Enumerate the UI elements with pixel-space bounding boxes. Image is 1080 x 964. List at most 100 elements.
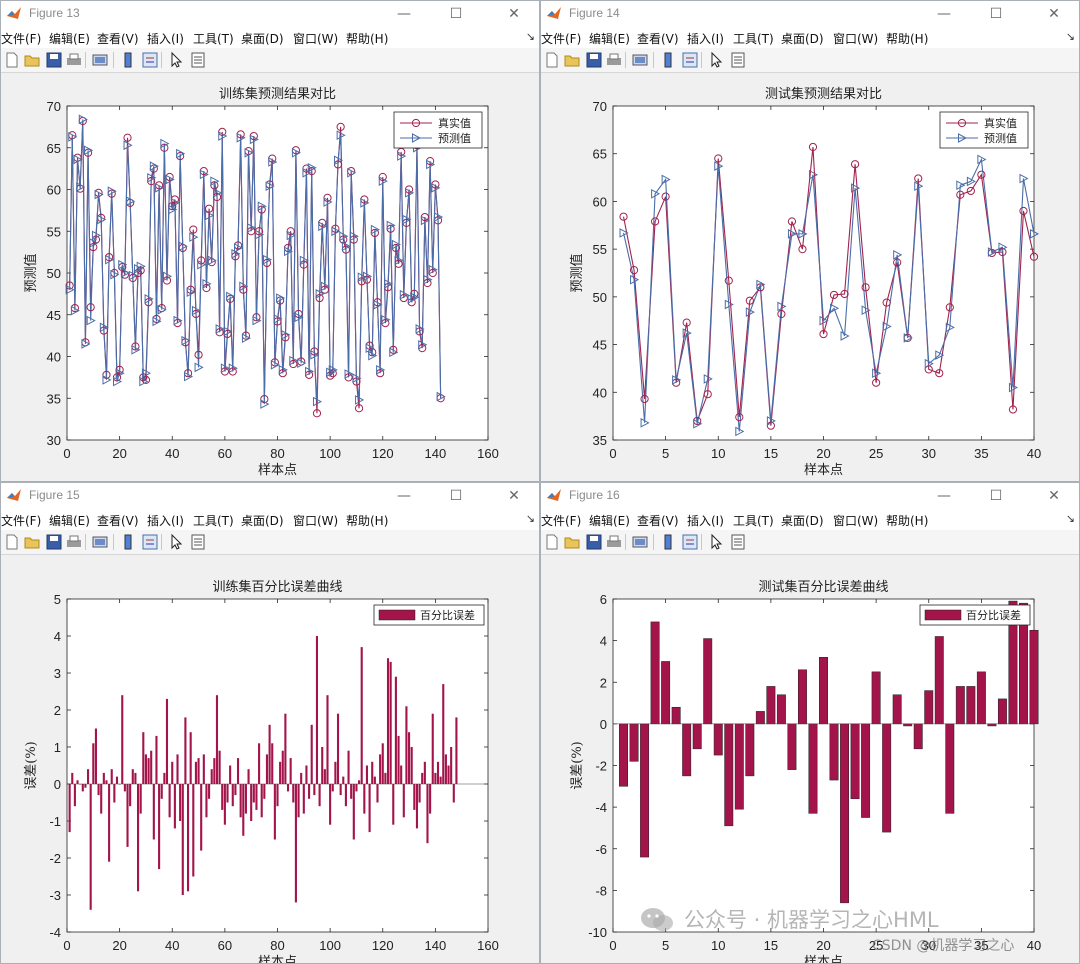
new-icon[interactable] bbox=[543, 533, 561, 551]
bar bbox=[450, 747, 453, 784]
open-icon[interactable] bbox=[563, 533, 581, 551]
dock-arrow-icon[interactable]: ↘ bbox=[1066, 512, 1075, 525]
link-icon[interactable] bbox=[631, 51, 649, 69]
x-tick-label: 0 bbox=[609, 938, 616, 953]
dock-arrow-icon[interactable]: ↘ bbox=[1066, 30, 1075, 43]
menu-item[interactable]: 窗口(W) bbox=[293, 512, 338, 529]
link-icon[interactable] bbox=[91, 51, 109, 69]
figure-toolbar bbox=[541, 48, 1079, 73]
print-icon[interactable] bbox=[65, 533, 83, 551]
menu-item[interactable]: 工具(T) bbox=[733, 30, 774, 47]
dock-arrow-icon[interactable]: ↘ bbox=[526, 512, 535, 525]
pointer-icon[interactable] bbox=[167, 51, 185, 69]
colorbar-icon[interactable] bbox=[659, 533, 677, 551]
pointer-icon[interactable] bbox=[707, 51, 725, 69]
bar bbox=[294, 784, 297, 903]
y-tick-label: -8 bbox=[595, 883, 607, 898]
title-bar[interactable]: Figure 15 — ☐ ✕ bbox=[1, 483, 539, 509]
link-icon[interactable] bbox=[631, 533, 649, 551]
maximize-button[interactable]: ☐ bbox=[973, 3, 1019, 25]
menu-item[interactable]: 桌面(D) bbox=[781, 512, 824, 529]
legend-icon[interactable] bbox=[681, 51, 699, 69]
new-icon[interactable] bbox=[3, 51, 21, 69]
legend-icon[interactable] bbox=[141, 533, 159, 551]
bar bbox=[152, 784, 155, 840]
menu-item[interactable]: 窗口(W) bbox=[833, 30, 878, 47]
colorbar-icon[interactable] bbox=[119, 533, 137, 551]
maximize-button[interactable]: ☐ bbox=[973, 485, 1019, 507]
open-icon[interactable] bbox=[23, 51, 41, 69]
open-icon[interactable] bbox=[563, 51, 581, 69]
legend-icon[interactable] bbox=[141, 51, 159, 69]
menu-item[interactable]: 帮助(H) bbox=[346, 30, 388, 47]
minimize-button[interactable]: — bbox=[381, 485, 427, 507]
bar bbox=[105, 780, 108, 784]
menu-item[interactable]: 查看(V) bbox=[637, 512, 679, 529]
print-icon[interactable] bbox=[65, 51, 83, 69]
menu-item[interactable]: 工具(T) bbox=[733, 512, 774, 529]
menu-item[interactable]: 帮助(H) bbox=[886, 30, 928, 47]
title-bar[interactable]: Figure 16 — ☐ ✕ bbox=[541, 483, 1079, 509]
legend-icon[interactable] bbox=[681, 533, 699, 551]
menu-item[interactable]: 帮助(H) bbox=[346, 512, 388, 529]
new-icon[interactable] bbox=[3, 533, 21, 551]
menu-item[interactable]: 桌面(D) bbox=[781, 30, 824, 47]
minimize-button[interactable]: — bbox=[921, 485, 967, 507]
menu-item[interactable]: 编辑(E) bbox=[49, 512, 90, 529]
menu-item[interactable]: 查看(V) bbox=[97, 512, 139, 529]
bar bbox=[431, 713, 434, 784]
title-bar[interactable]: Figure 13 — ☐ ✕ bbox=[1, 1, 539, 27]
save-icon[interactable] bbox=[45, 51, 63, 69]
property-icon[interactable] bbox=[729, 533, 747, 551]
x-tick-label: 140 bbox=[425, 938, 447, 953]
save-icon[interactable] bbox=[585, 533, 603, 551]
menu-item[interactable]: 文件(F) bbox=[541, 512, 581, 529]
menu-item[interactable]: 工具(T) bbox=[193, 30, 234, 47]
menu-item[interactable]: 窗口(W) bbox=[833, 512, 878, 529]
save-icon[interactable] bbox=[585, 51, 603, 69]
save-icon[interactable] bbox=[45, 533, 63, 551]
colorbar-icon[interactable] bbox=[119, 51, 137, 69]
bar bbox=[289, 758, 292, 784]
menu-item[interactable]: 编辑(E) bbox=[589, 512, 630, 529]
close-button[interactable]: ✕ bbox=[1031, 3, 1077, 25]
property-icon[interactable] bbox=[189, 51, 207, 69]
close-button[interactable]: ✕ bbox=[491, 485, 537, 507]
minimize-button[interactable]: — bbox=[381, 3, 427, 25]
maximize-button[interactable]: ☐ bbox=[433, 485, 479, 507]
menu-item[interactable]: 窗口(W) bbox=[293, 30, 338, 47]
open-icon[interactable] bbox=[23, 533, 41, 551]
menu-item[interactable]: 文件(F) bbox=[1, 512, 41, 529]
minimize-button[interactable]: — bbox=[921, 3, 967, 25]
menu-item[interactable]: 插入(I) bbox=[687, 30, 724, 47]
bar bbox=[200, 784, 203, 851]
menu-item[interactable]: 文件(F) bbox=[1, 30, 41, 47]
property-icon[interactable] bbox=[729, 51, 747, 69]
pointer-icon[interactable] bbox=[707, 533, 725, 551]
close-button[interactable]: ✕ bbox=[1031, 485, 1077, 507]
menu-item[interactable]: 桌面(D) bbox=[241, 30, 284, 47]
pointer-icon[interactable] bbox=[167, 533, 185, 551]
menu-item[interactable]: 帮助(H) bbox=[886, 512, 928, 529]
menu-item[interactable]: 查看(V) bbox=[637, 30, 679, 47]
menu-item[interactable]: 插入(I) bbox=[147, 512, 184, 529]
close-button[interactable]: ✕ bbox=[491, 3, 537, 25]
property-icon[interactable] bbox=[189, 533, 207, 551]
x-tick-label: 20 bbox=[112, 938, 126, 953]
print-icon[interactable] bbox=[605, 533, 623, 551]
link-icon[interactable] bbox=[91, 533, 109, 551]
menu-item[interactable]: 编辑(E) bbox=[49, 30, 90, 47]
new-icon[interactable] bbox=[543, 51, 561, 69]
print-icon[interactable] bbox=[605, 51, 623, 69]
menu-item[interactable]: 桌面(D) bbox=[241, 512, 284, 529]
menu-item[interactable]: 插入(I) bbox=[147, 30, 184, 47]
menu-item[interactable]: 文件(F) bbox=[541, 30, 581, 47]
menu-item[interactable]: 编辑(E) bbox=[589, 30, 630, 47]
menu-item[interactable]: 查看(V) bbox=[97, 30, 139, 47]
dock-arrow-icon[interactable]: ↘ bbox=[526, 30, 535, 43]
colorbar-icon[interactable] bbox=[659, 51, 677, 69]
menu-item[interactable]: 工具(T) bbox=[193, 512, 234, 529]
maximize-button[interactable]: ☐ bbox=[433, 3, 479, 25]
title-bar[interactable]: Figure 14 — ☐ ✕ bbox=[541, 1, 1079, 27]
menu-item[interactable]: 插入(I) bbox=[687, 512, 724, 529]
